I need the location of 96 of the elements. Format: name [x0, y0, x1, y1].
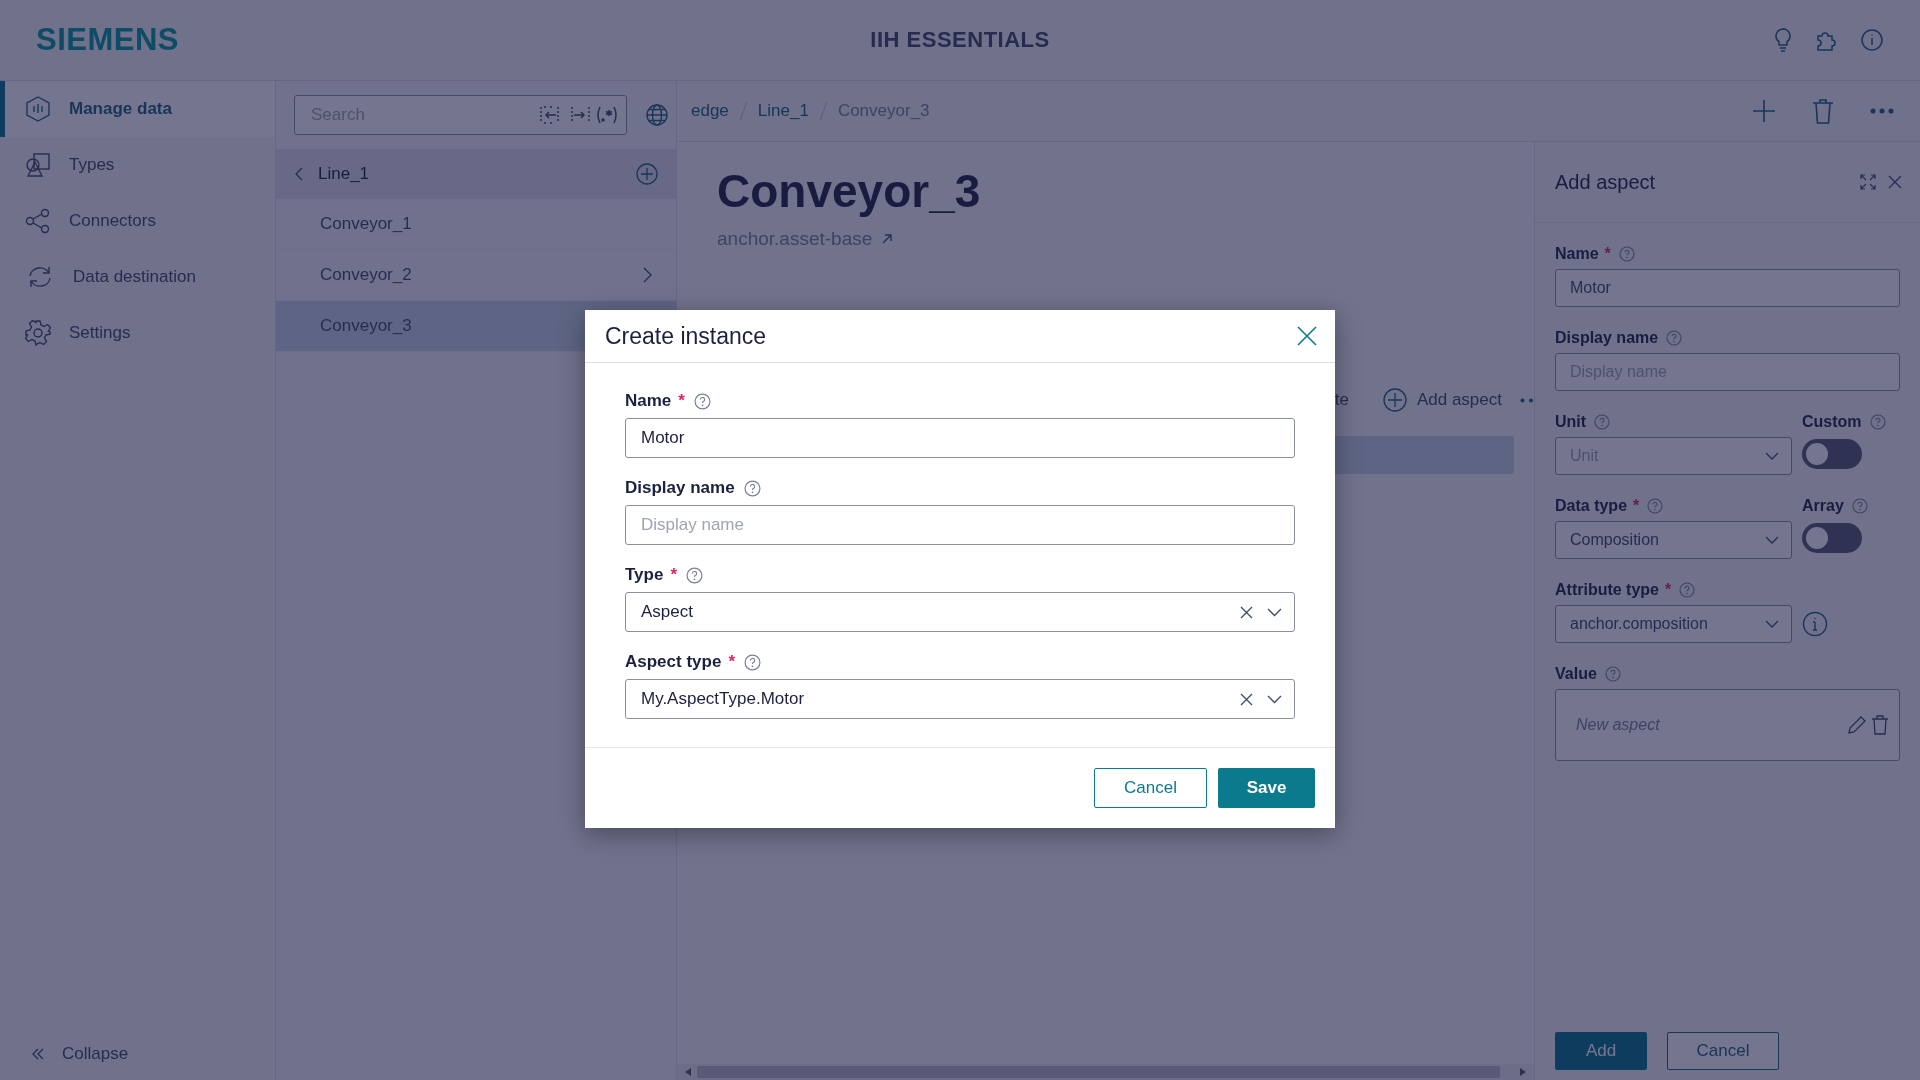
field-label: Attribute type	[1555, 581, 1659, 599]
chevron-down-icon	[1765, 620, 1779, 628]
external-link-icon	[882, 234, 893, 244]
more-icon[interactable]	[1520, 397, 1534, 403]
toggle-switch[interactable]	[1802, 439, 1862, 469]
action-label[interactable]: te	[1334, 390, 1349, 410]
globe-icon[interactable]	[645, 103, 669, 127]
field-label: Custom	[1802, 413, 1862, 431]
help-icon[interactable]	[1851, 498, 1868, 514]
field-label: Unit	[1555, 413, 1587, 431]
collapse-button[interactable]: Collapse	[0, 1044, 275, 1080]
horizontal-scrollbar[interactable]	[677, 1064, 1534, 1080]
sidebar-item[interactable]: Manage data	[0, 81, 275, 137]
expand-icon[interactable]	[1860, 174, 1876, 190]
attribute-type-select[interactable]: anchor.composition	[1555, 605, 1792, 643]
required-mark: *	[728, 652, 735, 672]
trash-icon[interactable]	[1812, 98, 1834, 124]
save-button[interactable]: Save	[1218, 768, 1315, 808]
field-label: Display name	[625, 478, 735, 498]
pencil-icon[interactable]	[1847, 715, 1867, 735]
help-icon[interactable]	[1594, 414, 1611, 430]
help-icon[interactable]	[1869, 414, 1886, 430]
share-icon	[25, 208, 51, 234]
shapes-icon	[25, 152, 51, 178]
select-field[interactable]: My.AspectType.Motor	[625, 679, 1295, 719]
help-icon[interactable]	[686, 566, 704, 584]
info-icon[interactable]	[1802, 611, 1828, 637]
chevron-left-icon[interactable]	[294, 167, 304, 181]
double-chevron-icon	[32, 1048, 44, 1060]
sidebar-item[interactable]: Types	[0, 137, 275, 193]
help-icon[interactable]	[1604, 666, 1621, 682]
trash-icon[interactable]	[1871, 715, 1889, 735]
required-mark: *	[678, 391, 685, 411]
logo: SIEMENS	[36, 22, 180, 58]
chevron-down-icon	[1765, 452, 1779, 460]
cancel-button[interactable]: Cancel	[1667, 1032, 1779, 1070]
help-icon[interactable]	[693, 392, 711, 410]
info-icon[interactable]	[1860, 28, 1884, 52]
required-mark: *	[1633, 497, 1640, 515]
field-label: Name	[625, 391, 672, 411]
scroll-left-icon[interactable]	[685, 1068, 691, 1076]
scroll-right-icon[interactable]	[1520, 1068, 1526, 1076]
help-icon[interactable]	[744, 653, 761, 671]
close-icon[interactable]	[1297, 326, 1317, 346]
help-icon[interactable]	[1679, 582, 1696, 598]
regex-icon[interactable]	[596, 106, 618, 124]
close-icon[interactable]	[1888, 175, 1902, 189]
sidebar-item[interactable]: Connectors	[0, 193, 275, 249]
settings-icon	[25, 320, 51, 346]
tree-parent-label: Line_1	[318, 164, 371, 184]
required-mark: *	[1665, 581, 1672, 599]
sidebar-item[interactable]: Data destination	[0, 249, 275, 305]
toggle-switch[interactable]	[1802, 523, 1862, 553]
breadcrumb-item[interactable]: Line_1	[757, 101, 809, 121]
field-label: Value	[1555, 665, 1597, 683]
add-aspect-button[interactable]: Add aspect	[1382, 388, 1502, 412]
chevron-right-icon[interactable]	[642, 267, 652, 283]
clear-icon[interactable]	[1240, 692, 1253, 706]
add-circle-icon	[1382, 388, 1407, 412]
app-title: IIH ESSENTIALS	[870, 27, 1050, 53]
help-icon[interactable]	[1666, 330, 1683, 346]
text-input[interactable]: Display name	[625, 505, 1295, 545]
lightbulb-icon[interactable]	[1774, 28, 1792, 52]
data-type-select[interactable]: Composition	[1555, 521, 1792, 559]
required-mark: *	[670, 565, 678, 585]
cancel-button[interactable]: Cancel	[1094, 768, 1207, 808]
align-left-icon[interactable]	[540, 106, 562, 124]
chevron-down-icon[interactable]	[1267, 694, 1282, 704]
sidebar-item[interactable]: Settings	[0, 305, 275, 361]
field-label: Array	[1802, 497, 1844, 515]
breadcrumb-item[interactable]: edge	[691, 101, 729, 121]
required-mark: *	[1604, 245, 1611, 263]
field-label: Type	[625, 565, 664, 585]
name-input[interactable]: Motor	[1555, 269, 1900, 307]
text-input[interactable]: Motor	[625, 418, 1295, 458]
hexagon-icon	[25, 96, 51, 122]
add-circle-icon[interactable]	[636, 163, 658, 185]
field-label: Data type	[1555, 497, 1628, 515]
field-label: Name	[1555, 245, 1599, 263]
align-right-icon[interactable]	[568, 106, 590, 124]
plus-icon[interactable]	[1752, 99, 1776, 123]
help-icon[interactable]	[1618, 246, 1635, 262]
more-icon[interactable]	[1870, 108, 1894, 114]
add-button[interactable]: Add	[1555, 1032, 1647, 1070]
help-icon[interactable]	[1647, 498, 1664, 514]
chevron-down-icon	[1765, 536, 1779, 544]
panel-title: Add aspect	[1555, 170, 1657, 194]
tree-item[interactable]: Conveyor_1	[276, 199, 676, 250]
help-icon[interactable]	[743, 479, 761, 497]
asset-title: Conveyor_3	[717, 164, 982, 218]
select-field[interactable]: Aspect	[625, 592, 1295, 632]
clear-icon[interactable]	[1240, 605, 1253, 619]
tree-parent-row[interactable]: Line_1	[276, 149, 676, 199]
field-label: Aspect type	[625, 652, 722, 672]
field-label: Display name	[1555, 329, 1659, 347]
chevron-down-icon[interactable]	[1267, 607, 1282, 617]
